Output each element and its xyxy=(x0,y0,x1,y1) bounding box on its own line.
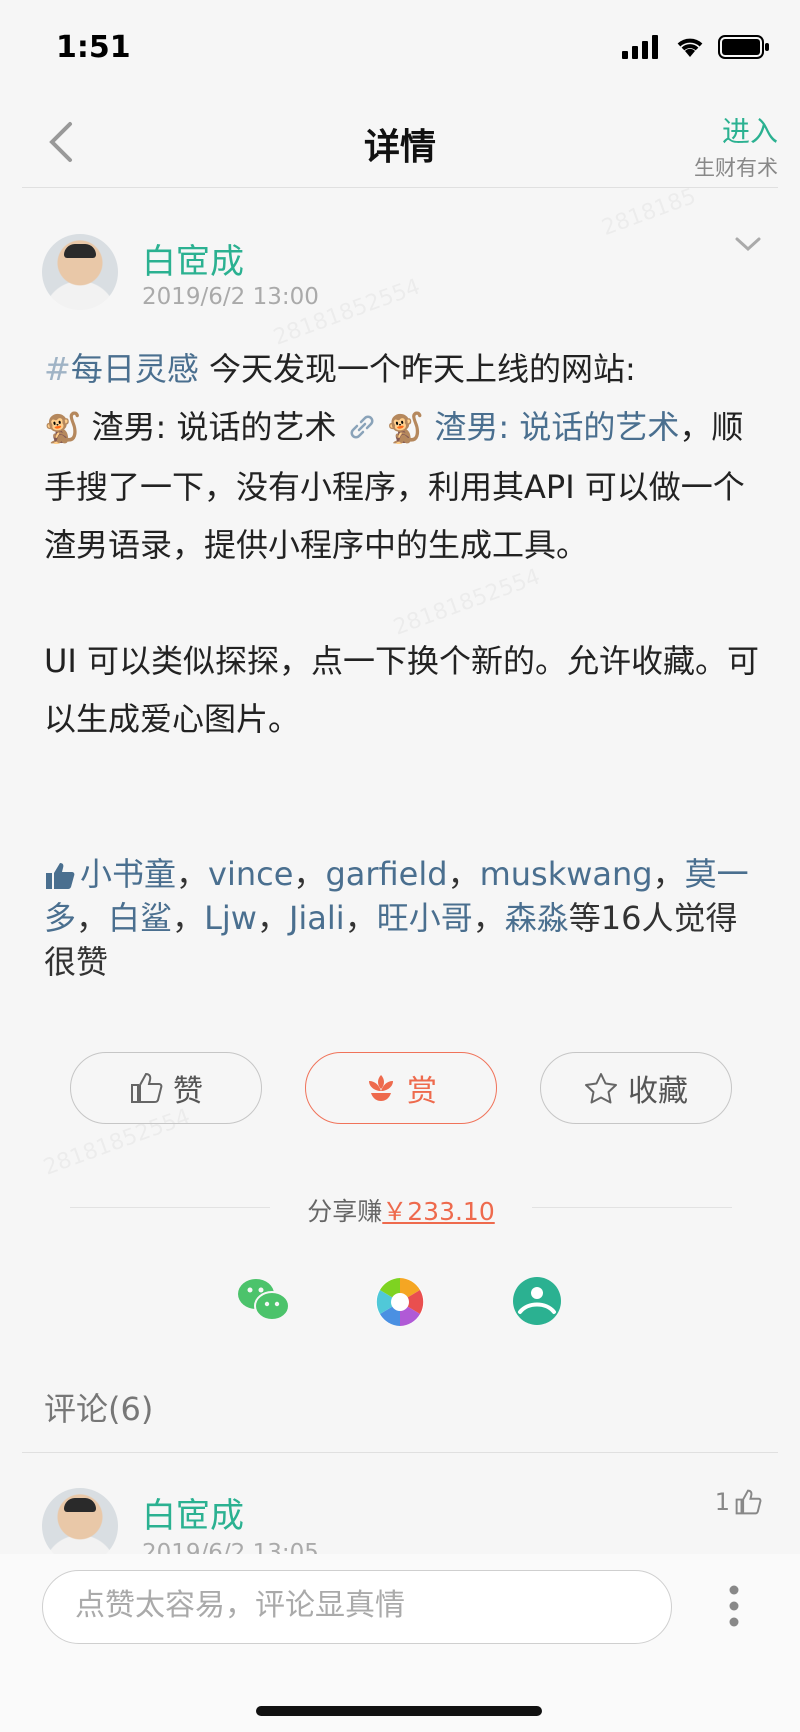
liker-name[interactable]: 小书童 xyxy=(80,855,176,893)
liker-separator: ， xyxy=(447,855,480,893)
enter-button[interactable]: 进入 生财有术 xyxy=(694,110,778,182)
comment-author[interactable]: 白宧成 xyxy=(142,1488,244,1537)
likes-list: 小书童，vince，garfield，muskwang，莫一多，白鲨，Ljw，J… xyxy=(44,852,760,984)
enter-label: 进入 xyxy=(721,115,778,148)
favorite-label: 收藏 xyxy=(628,1074,688,1109)
thumbs-up-icon xyxy=(46,863,75,889)
liker-separator: ， xyxy=(344,899,377,937)
like-label: 赞 xyxy=(173,1074,203,1109)
star-icon xyxy=(585,1073,617,1104)
chevron-down-icon[interactable] xyxy=(734,234,762,254)
thumbs-up-icon xyxy=(131,1072,163,1103)
post-paragraph: #每日灵感 今天发现一个昨天上线的网站: 🐒 渣男: 说话的艺术 🐒 渣男: 说话… xyxy=(44,340,760,574)
monkey-emoji: 🐒 xyxy=(386,411,425,446)
thumbs-up-icon xyxy=(735,1489,762,1515)
favorite-button[interactable]: 收藏 xyxy=(540,1052,732,1124)
liker-name[interactable]: 旺小哥 xyxy=(377,899,473,937)
page-title: 详情 xyxy=(363,127,436,168)
liker-name[interactable]: vince xyxy=(208,855,293,893)
post-paragraph: UI 可以类似探探，点一下换个新的。允许收藏。可以生成爱心图片。 xyxy=(44,642,760,738)
like-button[interactable]: 赞 xyxy=(70,1052,262,1124)
liker-separator: ， xyxy=(652,855,685,893)
link-icon xyxy=(350,415,374,439)
more-icon[interactable] xyxy=(728,1584,740,1628)
liker-separator: ， xyxy=(172,899,205,937)
action-buttons: 赞 赏 收藏 xyxy=(70,1052,732,1124)
liker-name[interactable]: 白鲨 xyxy=(108,899,172,937)
comments-title: 评论(6) xyxy=(44,1390,154,1428)
share-amount[interactable]: ￥233.10 xyxy=(382,1197,494,1226)
reward-label: 赏 xyxy=(407,1074,437,1109)
site-text: 渣男: 说话的艺术 xyxy=(81,408,347,446)
battery-icon xyxy=(718,35,769,59)
liker-name[interactable]: 森淼 xyxy=(505,899,569,937)
liker-separator: ， xyxy=(76,899,109,937)
liker-name[interactable]: Jiali xyxy=(289,899,345,937)
liker-separator: ， xyxy=(472,899,505,937)
wifi-icon xyxy=(677,38,703,57)
nav-bar: 详情 进入 生财有术 xyxy=(22,96,778,188)
post-intro: 今天发现一个昨天上线的网站: xyxy=(198,350,636,388)
wechat-icon[interactable] xyxy=(236,1276,292,1324)
bottom-bar: 点赞太容易，评论显真情 xyxy=(0,1554,800,1732)
avatar[interactable] xyxy=(42,1488,118,1564)
enter-sub: 生财有术 xyxy=(694,156,778,180)
watermark: 2818185 xyxy=(599,184,700,241)
site-link[interactable]: 渣男: 说话的艺术 xyxy=(424,408,679,446)
liker-name[interactable]: garfield xyxy=(325,855,447,893)
author-name[interactable]: 白宧成 xyxy=(142,234,244,283)
liker-separator: ， xyxy=(293,855,326,893)
share-earn: 分享赚￥233.10 xyxy=(70,1188,732,1228)
post-time: 2019/6/2 13:00 xyxy=(142,284,319,310)
home-indicator xyxy=(256,1706,542,1716)
liker-name[interactable]: Ljw xyxy=(204,899,257,937)
post-header: 白宧成 2019/6/2 13:00 xyxy=(42,234,762,314)
liker-separator: ， xyxy=(256,899,289,937)
post-body: #每日灵感 今天发现一个昨天上线的网站: 🐒 渣男: 说话的艺术 🐒 渣男: 说话… xyxy=(44,340,760,806)
reward-icon xyxy=(369,1075,393,1101)
liker-separator: ， xyxy=(176,855,209,893)
monkey-emoji: 🐒 xyxy=(44,411,82,446)
divider xyxy=(22,1452,778,1453)
signal-icon xyxy=(622,35,658,59)
reward-button[interactable]: 赏 xyxy=(305,1052,497,1124)
tag-hash: # xyxy=(44,350,71,388)
topic-tag[interactable]: 每日灵感 xyxy=(71,350,199,388)
share-icons xyxy=(0,1276,800,1332)
comment-like-button[interactable]: 1 xyxy=(715,1488,762,1516)
share-label: 分享赚 xyxy=(307,1197,383,1226)
status-time: 1:51 xyxy=(56,30,131,65)
liker-name[interactable]: muskwang xyxy=(480,855,653,893)
comment-input[interactable]: 点赞太容易，评论显真情 xyxy=(42,1570,672,1644)
comment-like-count: 1 xyxy=(714,1488,730,1516)
status-icons xyxy=(622,34,770,60)
avatar[interactable] xyxy=(42,234,118,310)
share-earn-text: 分享赚￥233.10 xyxy=(70,1192,732,1228)
status-bar: 1:51 xyxy=(0,0,800,96)
app-share-icon[interactable] xyxy=(512,1276,562,1326)
moments-icon[interactable] xyxy=(374,1276,426,1328)
